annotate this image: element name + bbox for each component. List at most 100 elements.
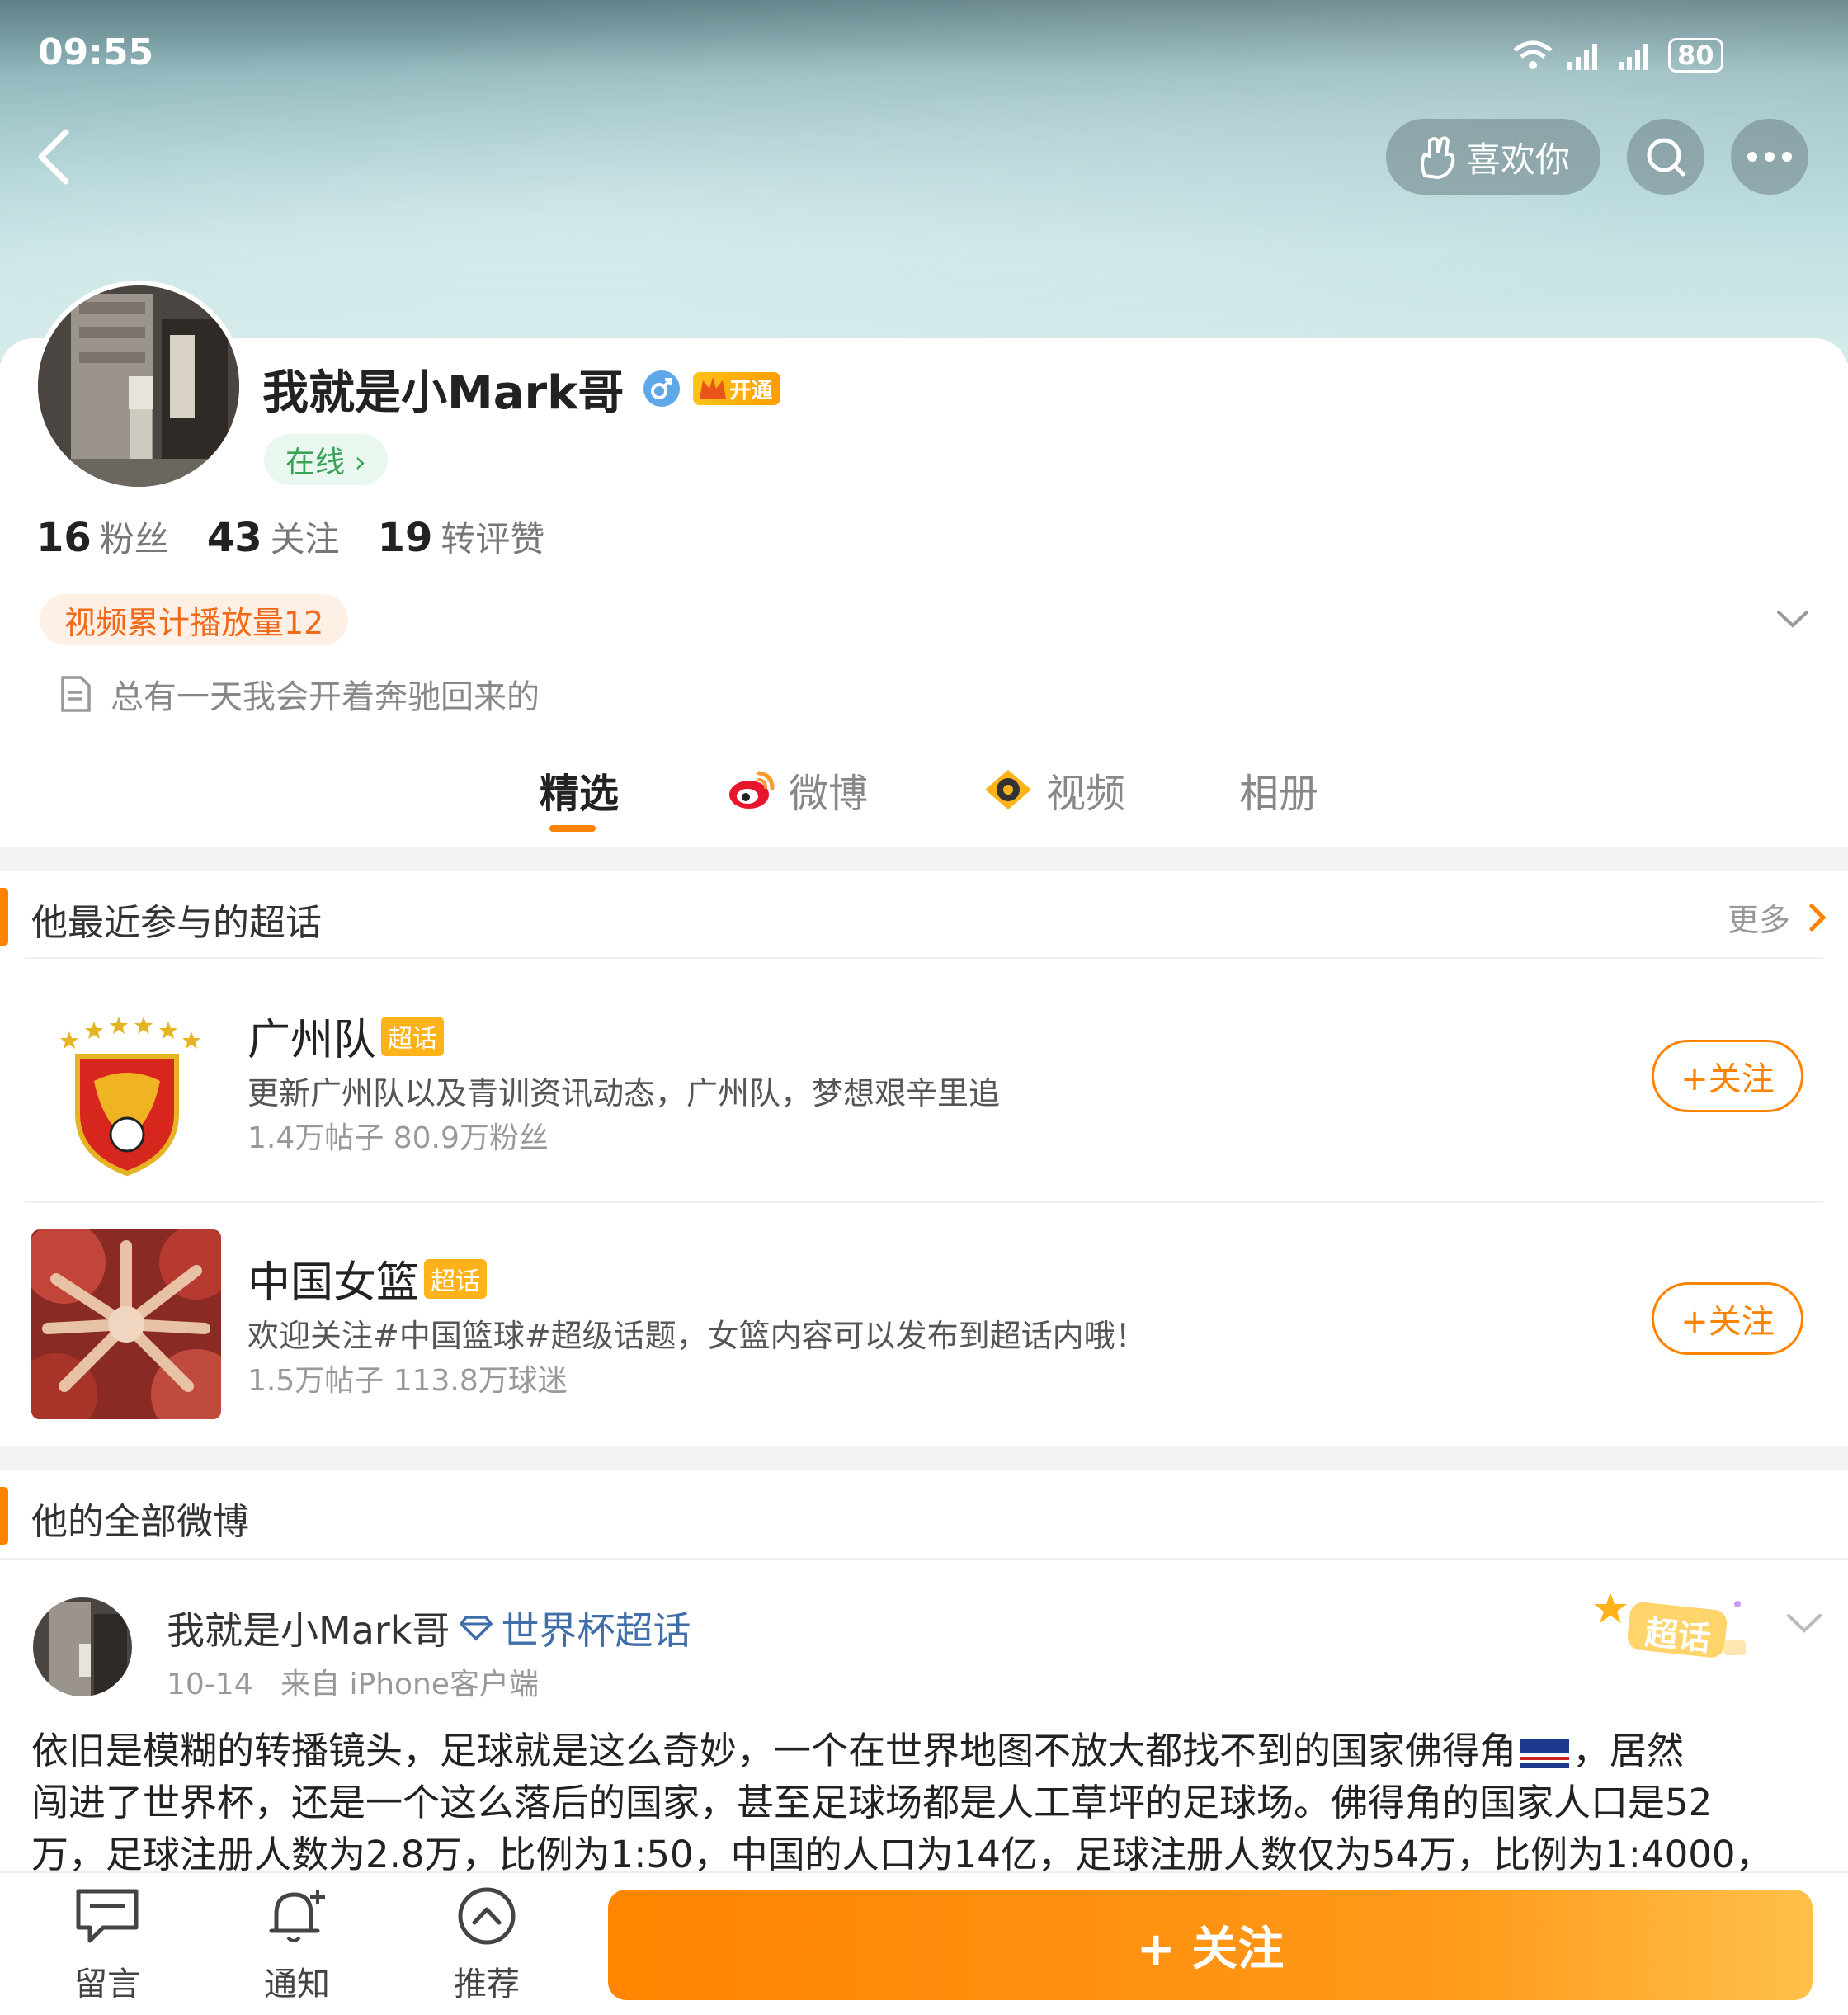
notify-label: 通知	[264, 1965, 330, 2003]
profile-stats: 16 粉丝 43 关注 19 转评赞	[36, 512, 582, 562]
super-topic-badge: 超话	[424, 1258, 488, 1299]
status-time: 09:55	[38, 31, 154, 73]
vip-open-badge[interactable]: 开通	[693, 372, 781, 405]
back-arrow-icon	[38, 129, 69, 185]
topic-description: 更新广州队以及青训资讯动态，广州队，梦想艰辛里追	[248, 1075, 1001, 1111]
status-icons: 80	[1511, 36, 1726, 74]
team-huddle-photo	[31, 1229, 221, 1419]
avatar-photo	[38, 285, 239, 487]
topic-title-row[interactable]: 广州队 超话	[248, 1005, 445, 1067]
avatar[interactable]	[33, 281, 244, 492]
following-label: 关注	[270, 519, 340, 559]
divider	[25, 957, 1823, 959]
divider	[0, 1558, 1848, 1560]
followers-label: 粉丝	[99, 519, 169, 559]
topic-logo-womens-basketball[interactable]	[31, 1229, 221, 1419]
post-body: 依旧是模糊的转播镜头，足球就是这么奇妙，一个在世界地图不放大都找不到的国家佛得角…	[31, 1725, 1830, 1881]
tab-album[interactable]: 相册	[1239, 761, 1318, 819]
topic-name: 中国女篮	[248, 1258, 420, 1308]
battery-indicator: 80	[1668, 38, 1723, 73]
chevron-up-circle-icon	[458, 1887, 516, 1945]
document-icon	[61, 676, 91, 712]
post-topic-link[interactable]: 世界杯超话	[501, 1601, 691, 1655]
post-text-line: 闯进了世界杯，还是一个这么落后的国家，甚至足球场都是人工草坪的足球场。佛得角的国…	[31, 1781, 1713, 1824]
post-header-row: 我就是小Mark哥 世界杯超话	[167, 1601, 691, 1655]
topic-name: 广州队	[248, 1016, 377, 1065]
tab-weibo-label: 微博	[789, 771, 869, 817]
comment-bubble-icon	[76, 1889, 139, 1943]
chevron-down-icon	[1777, 611, 1808, 628]
recommend-label: 推荐	[454, 1965, 520, 2003]
message-label: 留言	[74, 1965, 140, 2003]
wifi-icon	[1513, 40, 1553, 69]
reposts-label: 转评赞	[441, 519, 545, 559]
notify-button[interactable]: 通知	[248, 1886, 346, 2005]
bio-row: 总有一天我会开着奔驰回来的	[58, 670, 540, 718]
topic-logo-guangzhou[interactable]	[45, 998, 210, 1180]
male-gender-icon	[644, 370, 681, 407]
signal-icon-2	[1619, 44, 1648, 70]
chevron-down-icon	[1787, 1614, 1822, 1633]
chevron-right-icon	[1809, 904, 1827, 931]
post-source: 来自 iPhone客户端	[280, 1668, 540, 1701]
active-tab-indicator	[549, 825, 596, 832]
like-you-label: 喜欢你	[1465, 139, 1570, 180]
post-text-line: 依旧是模糊的转播镜头，足球就是这么奇妙，一个在世界地图不放大都找不到的国家佛得角…	[31, 1725, 1830, 1777]
crown-icon	[700, 377, 727, 399]
more-topics-link[interactable]: 更多	[1728, 894, 1830, 940]
sticker-label: 超话	[1643, 1613, 1713, 1659]
follow-topic-button[interactable]: +关注	[1652, 1282, 1803, 1355]
more-dots-icon	[1747, 152, 1792, 162]
topics-section-title: 他最近参与的超话	[31, 902, 322, 944]
more-options-button[interactable]	[1731, 119, 1808, 195]
video-play-badge[interactable]: 视频累计播放量12	[40, 594, 349, 645]
followers-count[interactable]: 16	[36, 515, 92, 561]
tab-featured[interactable]: 精选	[540, 761, 619, 819]
post-menu-button[interactable]	[1784, 1607, 1825, 1640]
message-button[interactable]: 留言	[58, 1886, 157, 2005]
diamond-icon	[460, 1616, 493, 1641]
section-divider	[0, 847, 1848, 871]
signal-icon-1	[1568, 44, 1597, 70]
divider	[25, 1201, 1823, 1203]
hand-icon	[1420, 136, 1455, 179]
search-button[interactable]	[1627, 119, 1704, 195]
reposts-count[interactable]: 19	[378, 515, 433, 561]
super-topic-badge: 超话	[381, 1016, 445, 1056]
topic-stats: 1.4万帖子 80.9万粉丝	[248, 1121, 549, 1155]
post-author-avatar[interactable]	[33, 1597, 132, 1696]
cape-verde-flag-icon	[1520, 1739, 1570, 1768]
avatar-photo	[33, 1597, 132, 1696]
post-text: ，居然	[1572, 1729, 1685, 1772]
tab-weibo[interactable]: 微博	[728, 761, 868, 819]
profile-name: 我就是小Mark哥	[262, 366, 625, 420]
section-divider	[0, 1446, 1848, 1470]
expand-profile-button[interactable]	[1772, 602, 1813, 635]
tab-video-label: 视频	[1046, 771, 1126, 817]
back-button[interactable]	[30, 124, 79, 190]
post-date: 10-14	[167, 1668, 253, 1701]
tab-video[interactable]: 视频	[982, 761, 1125, 819]
section-accent-bar	[0, 888, 8, 946]
follow-user-button[interactable]: + 关注	[608, 1890, 1813, 2000]
following-count[interactable]: 43	[207, 515, 262, 561]
club-crest-icon	[60, 1017, 200, 1177]
more-topics-label: 更多	[1728, 902, 1791, 938]
search-icon	[1647, 138, 1685, 177]
recommend-button[interactable]: 推荐	[437, 1886, 536, 2005]
posts-section-title: 他的全部微博	[31, 1501, 249, 1543]
post-author-name[interactable]: 我就是小Mark哥	[167, 1601, 450, 1655]
follow-topic-button[interactable]: +关注	[1652, 1040, 1803, 1112]
topic-title-row[interactable]: 中国女篮 超话	[248, 1248, 488, 1310]
topic-description: 欢迎关注#中国篮球#超级话题，女篮内容可以发布到超话内哦！	[248, 1318, 1147, 1354]
section-accent-bar	[0, 1487, 8, 1545]
topic-stats: 1.5万帖子 113.8万球迷	[248, 1364, 568, 1398]
profile-name-row: 我就是小Mark哥 开通	[262, 360, 781, 420]
vip-open-label: 开通	[729, 378, 773, 403]
video-tab-icon	[985, 770, 1031, 809]
online-status[interactable]: 在线 ›	[264, 434, 388, 485]
like-you-button[interactable]: 喜欢你	[1386, 119, 1600, 195]
weibo-logo-icon	[729, 771, 775, 809]
bell-plus-icon	[269, 1890, 325, 1942]
post-meta: 10-14 来自 iPhone客户端	[167, 1660, 539, 1703]
